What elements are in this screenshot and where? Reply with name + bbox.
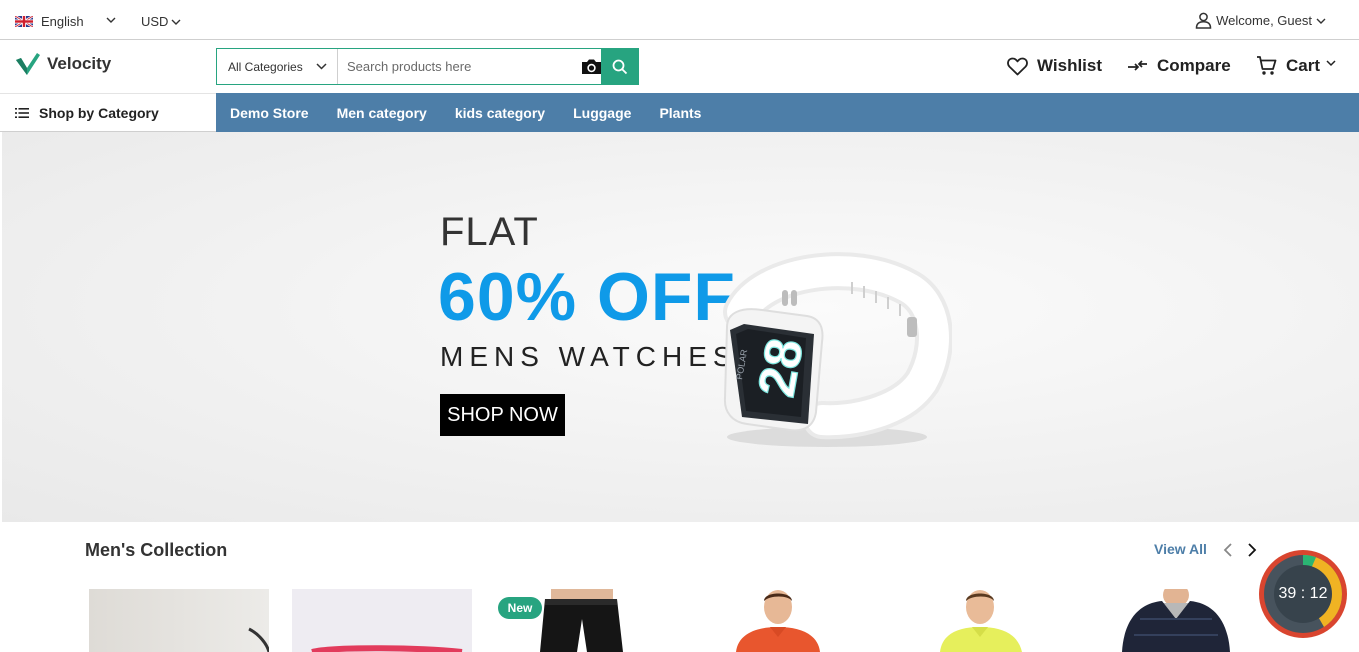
product-card[interactable] [89, 589, 269, 652]
hero-banner[interactable]: FLAT 60% OFF MENS WATCHES SHOP NOW POLAR… [2, 132, 1359, 522]
compare-icon [1128, 60, 1147, 71]
chevron-down-icon [1326, 59, 1336, 66]
heart-icon [1007, 57, 1028, 75]
chevron-down-icon[interactable] [106, 15, 116, 25]
product-card[interactable] [700, 589, 860, 652]
category-navbar: Demo Store Men category kids category Lu… [216, 93, 1359, 132]
product-card[interactable] [292, 589, 472, 652]
currency-selector[interactable]: USD [141, 14, 181, 29]
main-nav: Shop by Category Demo Store Men category… [0, 93, 1359, 132]
nav-item-men-category[interactable]: Men category [337, 105, 427, 121]
shop-by-category-button[interactable]: Shop by Category [0, 93, 216, 132]
currency-label: USD [141, 14, 169, 29]
chevron-down-icon [1316, 18, 1326, 24]
watch-time-text: 28 [748, 334, 815, 401]
search-button[interactable] [601, 48, 639, 85]
product-card[interactable] [1100, 589, 1250, 652]
compare-link[interactable]: Compare [1127, 56, 1231, 76]
banner-discount: 60% OFF [438, 259, 736, 335]
welcome-label: Welcome, Guest [1216, 13, 1312, 28]
nav-item-demo-store[interactable]: Demo Store [230, 105, 309, 121]
page: English USD Welcome, Guest Velocity All … [0, 0, 1359, 652]
product-image [248, 627, 269, 652]
logo-text: Velocity [47, 54, 112, 73]
new-badge: New [498, 597, 542, 619]
shop-now-button[interactable]: SHOP NOW [440, 394, 565, 436]
chevron-down-icon [316, 63, 327, 70]
product-image [311, 645, 463, 652]
shop-by-category-label: Shop by Category [39, 104, 159, 121]
search-input[interactable] [338, 49, 578, 84]
nav-item-kids-category[interactable]: kids category [455, 105, 545, 121]
logo[interactable]: Velocity [15, 52, 111, 76]
category-select[interactable]: All Categories [217, 49, 338, 84]
carousel-prev-button[interactable] [1220, 540, 1236, 560]
chevron-right-icon [1248, 543, 1257, 557]
product-image [940, 590, 1022, 652]
header: Velocity All Categories Search products … [0, 40, 1359, 93]
fitness-watch-image: POLAR 28 [723, 252, 952, 447]
wishlist-label: Wishlist [1037, 56, 1103, 75]
banner-subtitle: MENS WATCHES [440, 341, 738, 372]
uk-flag-icon [15, 16, 33, 27]
nav-item-plants[interactable]: Plants [659, 105, 701, 121]
view-all-link[interactable]: View All [1154, 541, 1207, 557]
compare-label: Compare [1157, 56, 1231, 75]
wishlist-link[interactable]: Wishlist [1007, 56, 1102, 76]
list-icon [15, 107, 29, 118]
cart-label: Cart [1286, 55, 1321, 75]
product-image [1122, 589, 1230, 652]
cart-icon [1257, 56, 1277, 75]
language-selector[interactable]: English [15, 14, 84, 29]
cart-link[interactable]: Cart [1256, 55, 1336, 76]
search-icon [612, 59, 628, 74]
category-select-value: All Categories [228, 59, 303, 74]
product-card[interactable] [900, 589, 1060, 652]
timer-text: 39 : 12 [1278, 585, 1328, 602]
velocity-logo-icon [16, 53, 40, 75]
language-label: English [41, 14, 84, 29]
banner-line-flat: FLAT [440, 210, 539, 254]
user-icon [1195, 12, 1212, 29]
camera-icon [581, 59, 601, 74]
top-bar: English USD Welcome, Guest [0, 0, 1359, 40]
section-title: Men's Collection [85, 540, 228, 560]
search-bar: All Categories [216, 48, 639, 85]
chevron-left-icon [1223, 543, 1232, 557]
nav-item-luggage[interactable]: Luggage [573, 105, 631, 121]
product-image [736, 590, 820, 652]
account-menu[interactable]: Welcome, Guest [1195, 12, 1326, 29]
chevron-down-icon [171, 19, 181, 25]
